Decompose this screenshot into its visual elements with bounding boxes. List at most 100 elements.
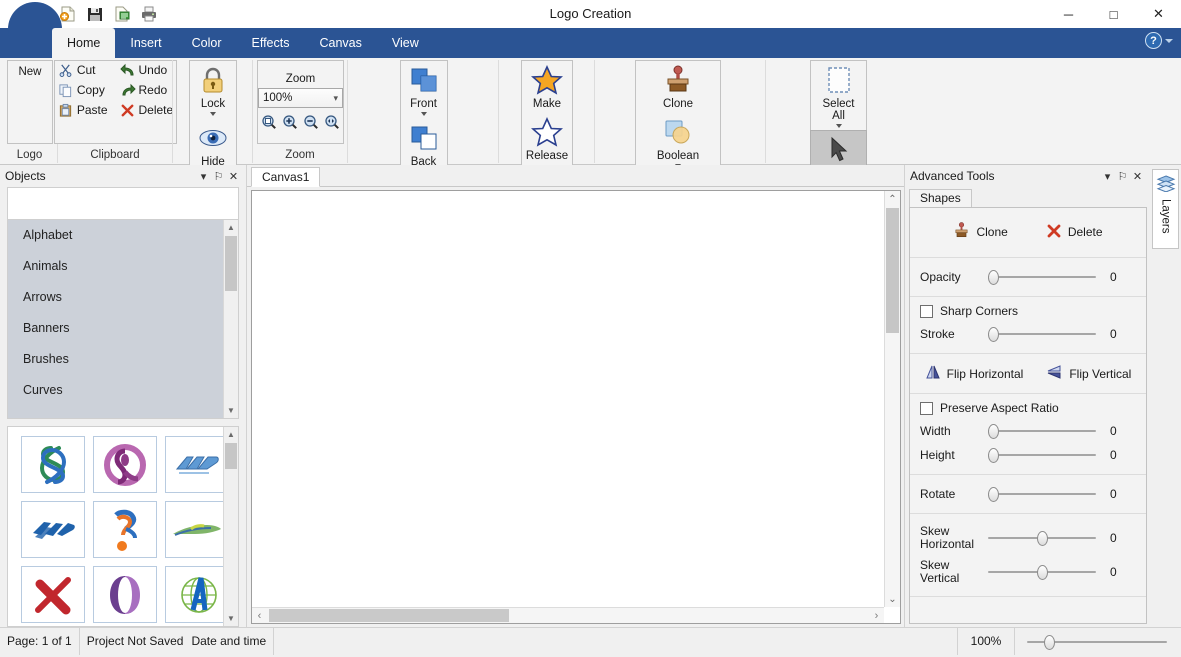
panel-menu-icon[interactable]: ▾ [196,169,211,184]
close-icon[interactable]: ✕ [1130,169,1145,184]
preserve-aspect-ratio-checkbox[interactable] [920,402,933,415]
slider-thumb[interactable] [988,448,999,463]
lock-button[interactable]: Lock [190,61,236,119]
logo-figure-eight[interactable] [21,436,85,493]
height-slider[interactable] [988,448,1096,462]
list-item[interactable]: Arrows [8,282,238,313]
scroll-down-icon[interactable]: ▼ [224,403,238,418]
tab-view[interactable]: View [377,28,434,58]
make-compound-button[interactable]: Make [524,61,570,113]
panel-menu-icon[interactable]: ▾ [1100,169,1115,184]
tab-home[interactable]: Home [52,28,115,58]
scroll-down-icon[interactable]: ⌄ [885,591,900,607]
tab-effects[interactable]: Effects [236,28,304,58]
canvas-vertical-scrollbar[interactable]: ⌃ ⌄ [884,191,900,607]
logo-red-x[interactable] [21,566,85,623]
clone-button[interactable]: Clone [655,61,701,113]
rotate-slider[interactable] [988,487,1096,501]
front-button[interactable]: Front [401,61,447,119]
zoom-in-icon[interactable] [281,113,299,131]
scrollbar-thumb[interactable] [225,236,237,291]
scroll-down-icon[interactable]: ▼ [224,611,238,626]
slider-thumb[interactable] [988,270,999,285]
slider-thumb[interactable] [1037,531,1048,546]
sharp-corners-checkbox[interactable] [920,305,933,318]
redo-button[interactable]: Redo [117,81,177,99]
list-item[interactable]: Alphabet [8,220,238,251]
scroll-up-icon[interactable]: ⌃ [885,191,900,207]
skew-horizontal-slider[interactable] [988,531,1096,545]
close-button[interactable]: ✕ [1136,0,1181,28]
logo-dp-dark[interactable] [21,501,85,558]
canvas-horizontal-scrollbar[interactable]: ‹ › [252,607,884,623]
list-item[interactable]: Curves [8,375,238,406]
zoom-out-icon[interactable] [302,113,320,131]
select-all-button[interactable]: Select All [819,61,859,131]
advanced-tools-tab-bar: Shapes [905,187,1150,207]
logo-a-globe[interactable] [165,566,229,623]
scroll-up-icon[interactable]: ▲ [224,427,238,442]
status-zoom-slider[interactable] [1027,635,1167,649]
layers-dock-tab[interactable]: Layers [1152,169,1179,249]
tab-shapes[interactable]: Shapes [909,189,972,207]
paste-button[interactable]: Paste [55,101,111,119]
scrollbar-thumb[interactable] [269,609,509,622]
new-logo-button[interactable]: New [8,61,52,81]
minimize-button[interactable]: ─ [1046,0,1091,28]
thumbnail-scrollbar[interactable]: ▲ ▼ [223,427,238,626]
status-zoom-value[interactable]: 100% [957,628,1015,655]
flip-vertical-button[interactable]: Flip Vertical [1043,363,1135,384]
scroll-right-icon[interactable]: › [869,608,884,623]
logo-bird-swoosh[interactable] [165,501,229,558]
logo-purple-o[interactable] [93,566,157,623]
clone-shape-button[interactable]: Clone [949,220,1011,244]
objects-search-box[interactable] [7,187,239,219]
cut-button[interactable]: Cut [55,61,111,79]
opacity-slider[interactable] [988,270,1096,284]
sharp-corners-row[interactable]: Sharp Corners [920,304,1136,318]
tab-color[interactable]: Color [177,28,237,58]
delete-button[interactable]: Delete [117,101,177,119]
skew-vertical-value: 0 [1110,565,1117,579]
category-list-scrollbar[interactable]: ▲ ▼ [223,220,238,418]
slider-thumb[interactable] [988,327,999,342]
undo-button[interactable]: Undo [117,61,177,79]
logo-ampersand[interactable] [93,436,157,493]
slider-thumb[interactable] [1044,635,1055,650]
slider-thumb[interactable] [988,487,999,502]
maximize-button[interactable]: □ [1091,0,1136,28]
boolean-button[interactable]: Boolean [653,113,703,171]
delete-shape-button[interactable]: Delete [1042,221,1107,244]
list-item[interactable]: Banners [8,313,238,344]
list-item[interactable]: Brushes [8,344,238,375]
canvas-page[interactable] [252,191,884,607]
zoom-combo[interactable]: 100% ▾ [258,88,343,108]
pin-icon[interactable]: ⚐ [1115,169,1130,184]
close-icon[interactable]: ✕ [226,169,241,184]
preserve-aspect-ratio-row[interactable]: Preserve Aspect Ratio [920,401,1136,415]
logo-dp-light[interactable] [165,436,229,493]
tab-canvas1[interactable]: Canvas1 [251,167,320,187]
logo-question-ribbon[interactable] [93,501,157,558]
opacity-label: Opacity [920,271,988,284]
scrollbar-thumb[interactable] [225,443,237,469]
tab-insert[interactable]: Insert [115,28,176,58]
scroll-left-icon[interactable]: ‹ [252,608,267,623]
zoom-fit-icon[interactable] [323,113,341,131]
scroll-up-icon[interactable]: ▲ [224,220,238,235]
help-button[interactable]: ? [1145,32,1173,49]
slider-thumb[interactable] [988,424,999,439]
tab-canvas[interactable]: Canvas [304,28,376,58]
flip-horizontal-button[interactable]: Flip Horizontal [921,363,1028,384]
pin-icon[interactable]: ⚐ [211,169,226,184]
skew-vertical-slider[interactable] [988,565,1096,579]
release-compound-button[interactable]: Release [522,113,572,165]
slider-thumb[interactable] [1037,565,1048,580]
zoom-selection-icon[interactable] [260,113,278,131]
list-item[interactable]: Animals [8,251,238,282]
canvas-viewport[interactable]: ⌃ ⌄ ‹ › [251,190,901,624]
copy-button[interactable]: Copy [55,81,111,99]
scrollbar-thumb[interactable] [886,208,899,333]
width-slider[interactable] [988,424,1096,438]
stroke-slider[interactable] [988,327,1096,341]
